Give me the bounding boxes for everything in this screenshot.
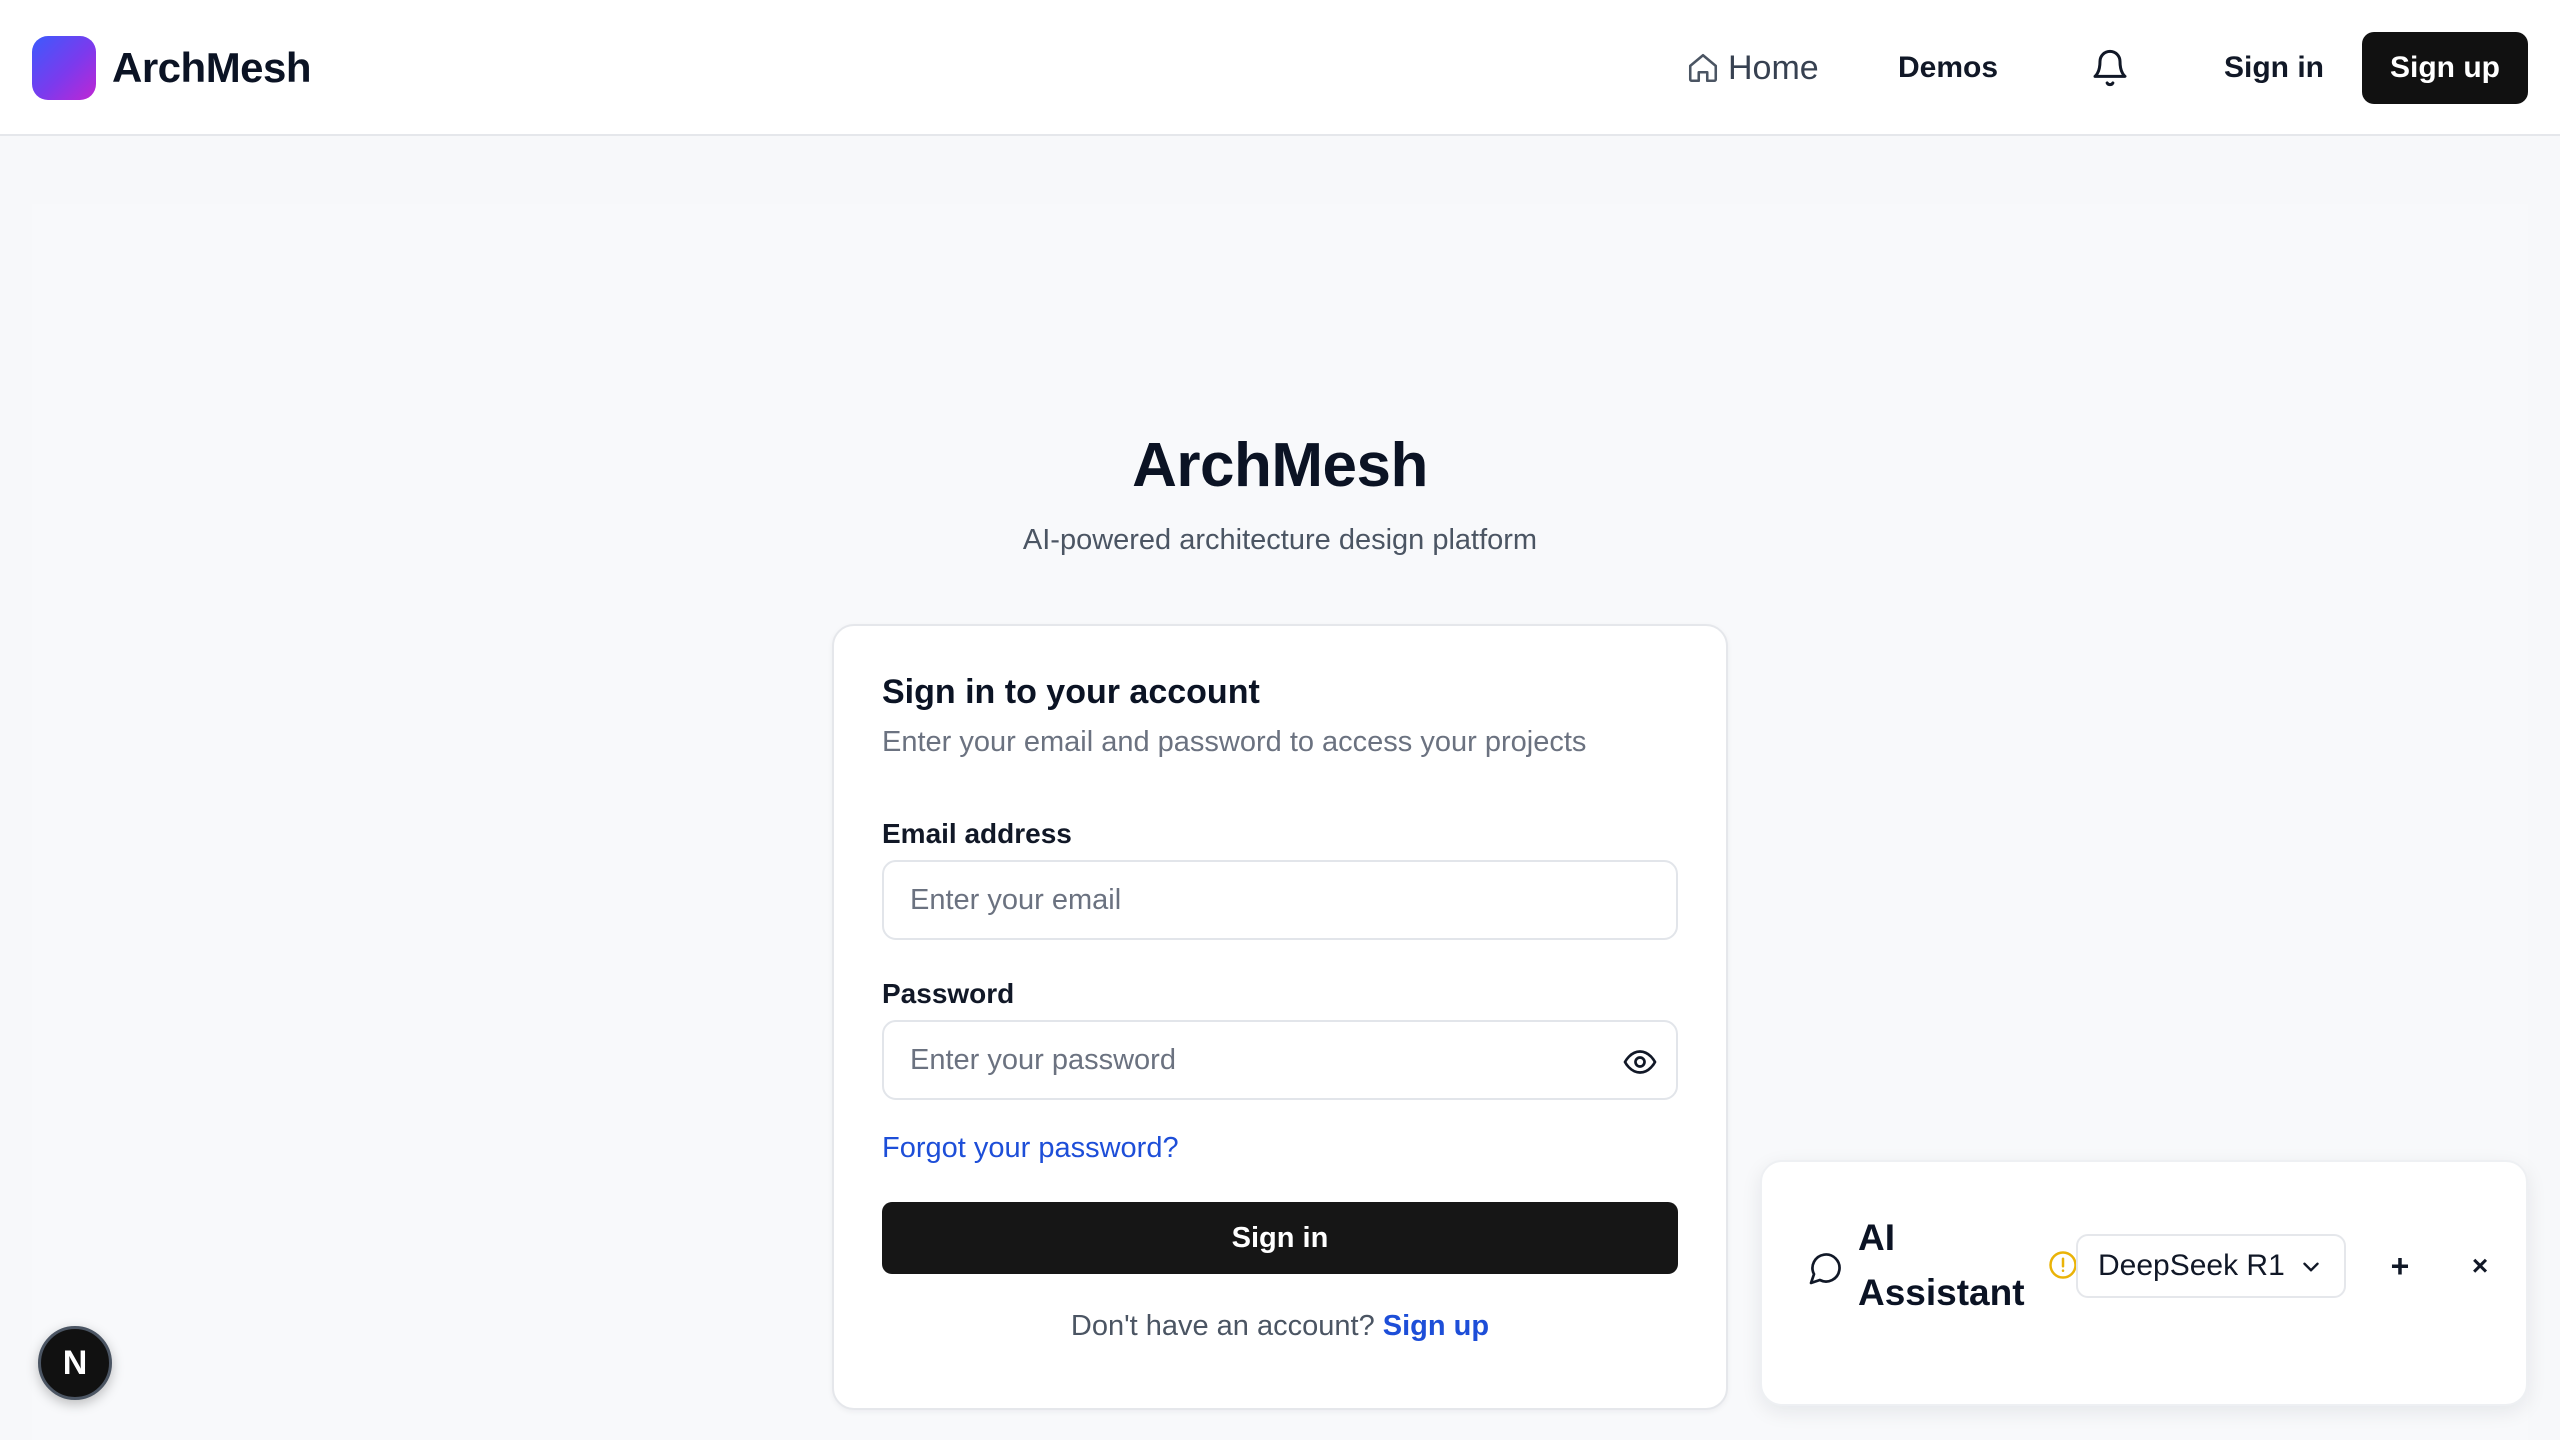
signin-card: Sign in to your account Enter your email… [832, 624, 1728, 1410]
nav-signin-link[interactable]: Sign in [2224, 40, 2324, 96]
email-label: Email address [882, 818, 1072, 849]
no-account-text: Don't have an account? [1070, 1310, 1375, 1342]
password-input[interactable] [884, 1022, 1676, 1098]
password-label: Password [882, 978, 1015, 1009]
chevron-down-icon [2303, 1262, 2319, 1272]
signup-link[interactable]: Sign up [1383, 1310, 1489, 1342]
ai-assistant-title: AI Assistant [1858, 1217, 2025, 1313]
email-field-wrapper [882, 860, 1678, 940]
signup-prompt: Don't have an account? Sign up [834, 1306, 1726, 1346]
model-select-dropdown[interactable]: DeepSeek R1 [2076, 1234, 2346, 1298]
signin-submit-button[interactable]: Sign in [882, 1202, 1678, 1274]
card-description: Enter your email and password to access … [882, 726, 1587, 758]
close-assistant-button[interactable]: × [2460, 1246, 2500, 1286]
nextjs-dev-badge[interactable]: N [38, 1326, 112, 1400]
nav-home-link[interactable]: Home [1686, 40, 1819, 96]
nav-demos-link[interactable]: Demos [1898, 40, 1998, 96]
bell-icon[interactable] [2090, 48, 2130, 88]
chat-bubble-icon [1809, 1253, 1841, 1285]
password-field-wrapper [882, 1020, 1678, 1100]
card-title: Sign in to your account [882, 673, 1260, 711]
nav-home-label: Home [1728, 48, 1819, 87]
ai-assistant-panel: AI Assistant DeepSeek R1 + × [1760, 1160, 2528, 1406]
page-title: ArchMesh [1132, 431, 1428, 500]
top-navbar: ArchMesh Home Demos Sign in Sign up [0, 0, 2560, 136]
nav-signup-button[interactable]: Sign up [2362, 32, 2528, 104]
new-chat-button[interactable]: + [2380, 1246, 2420, 1286]
logo-text[interactable]: ArchMesh [112, 38, 312, 98]
page-subtitle: AI-powered architecture design platform [1022, 524, 1538, 556]
eye-icon[interactable] [1622, 1044, 1658, 1080]
home-icon [1688, 53, 1718, 83]
archmesh-logo-icon[interactable] [32, 36, 96, 100]
model-select-value: DeepSeek R1 [2098, 1249, 2285, 1282]
badge-letter: N [62, 1343, 88, 1382]
warning-icon [2049, 1251, 2077, 1279]
forgot-password-link[interactable]: Forgot your password? [882, 1128, 1179, 1168]
email-input[interactable] [884, 862, 1676, 938]
